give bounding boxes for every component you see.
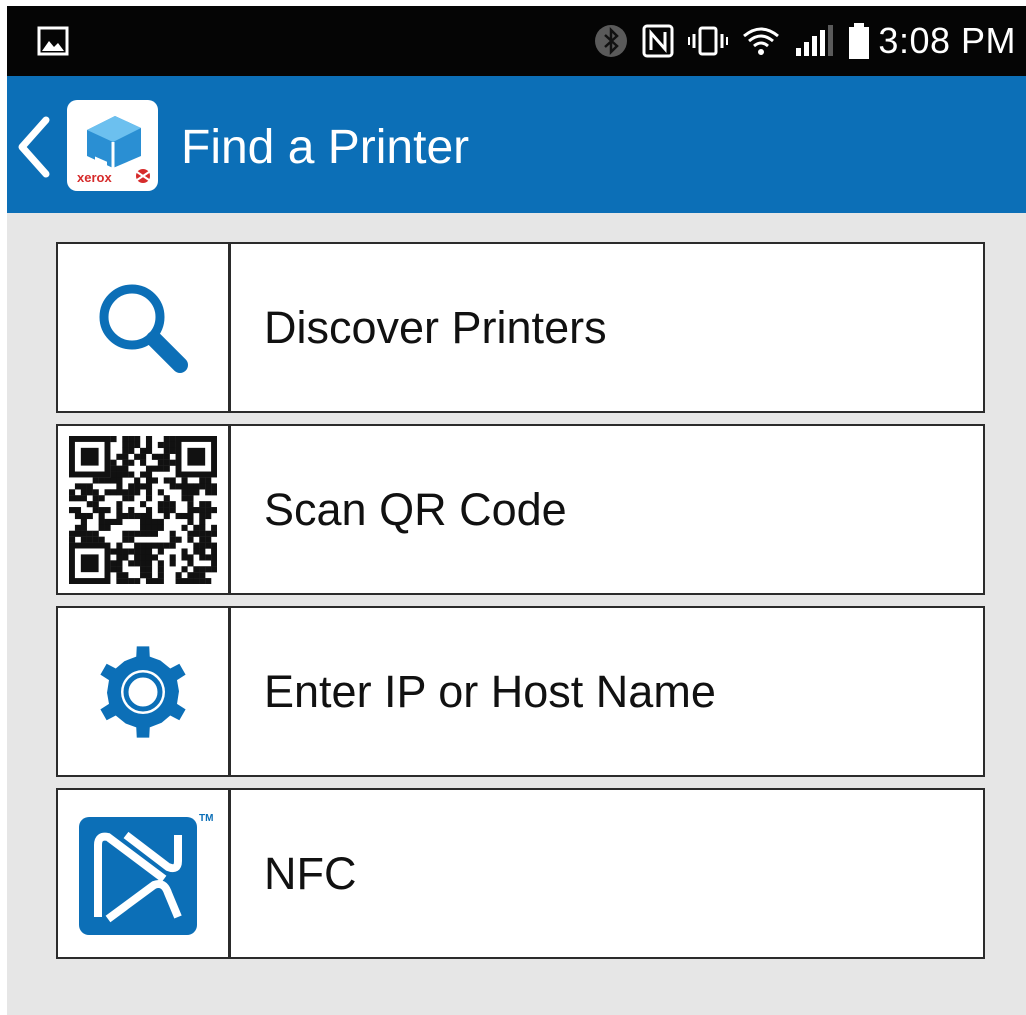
app-logo: xerox — [67, 100, 158, 191]
xerox-logo-text: xerox — [77, 170, 112, 185]
bluetooth-icon — [595, 25, 628, 57]
nfc-logo-icon: TM — [79, 813, 213, 935]
vibrate-icon — [688, 26, 729, 56]
device-frame: 3:08 PM xerox Find a Printer Discover Pr… — [0, 0, 1026, 1015]
search-icon — [99, 284, 188, 373]
chevron-left-icon[interactable] — [13, 112, 53, 182]
menu-item-label: Scan QR Code — [264, 484, 567, 535]
enter-ip-host-button[interactable]: Enter IP or Host Name — [56, 606, 985, 777]
nfc-button[interactable]: TM NFC — [56, 788, 985, 959]
menu-item-icon-cell — [58, 608, 231, 775]
trademark-mark: TM — [199, 813, 213, 824]
gallery-icon — [37, 26, 69, 56]
menu-item-label: Enter IP or Host Name — [264, 666, 716, 717]
app-bar: xerox Find a Printer — [7, 76, 1026, 213]
status-icons: 3:08 PM — [594, 6, 1016, 76]
scan-qr-code-button[interactable]: Scan QR Code — [56, 424, 985, 595]
status-bar: 3:08 PM — [7, 6, 1026, 76]
gear-icon — [100, 645, 186, 738]
menu-item-icon-cell — [58, 244, 231, 411]
menu-item-label: NFC — [264, 848, 357, 899]
page-title: Find a Printer — [181, 121, 470, 174]
screen: 3:08 PM xerox Find a Printer Discover Pr… — [7, 6, 1026, 1015]
discover-printers-button[interactable]: Discover Printers — [56, 242, 985, 413]
menu-list: Discover Printers Scan QR Code Enter IP … — [56, 242, 985, 970]
menu-item-label: Discover Printers — [264, 302, 607, 353]
signal-icon — [796, 25, 834, 56]
battery-icon — [849, 23, 870, 59]
nfc-icon — [642, 24, 674, 58]
printer-icon: xerox — [77, 116, 150, 185]
menu-item-icon-cell: TM — [58, 790, 231, 957]
menu-item-icon-cell — [58, 426, 231, 593]
wifi-icon — [743, 27, 780, 55]
status-clock: 3:08 PM — [878, 20, 1016, 61]
qr-code-icon — [69, 435, 217, 584]
